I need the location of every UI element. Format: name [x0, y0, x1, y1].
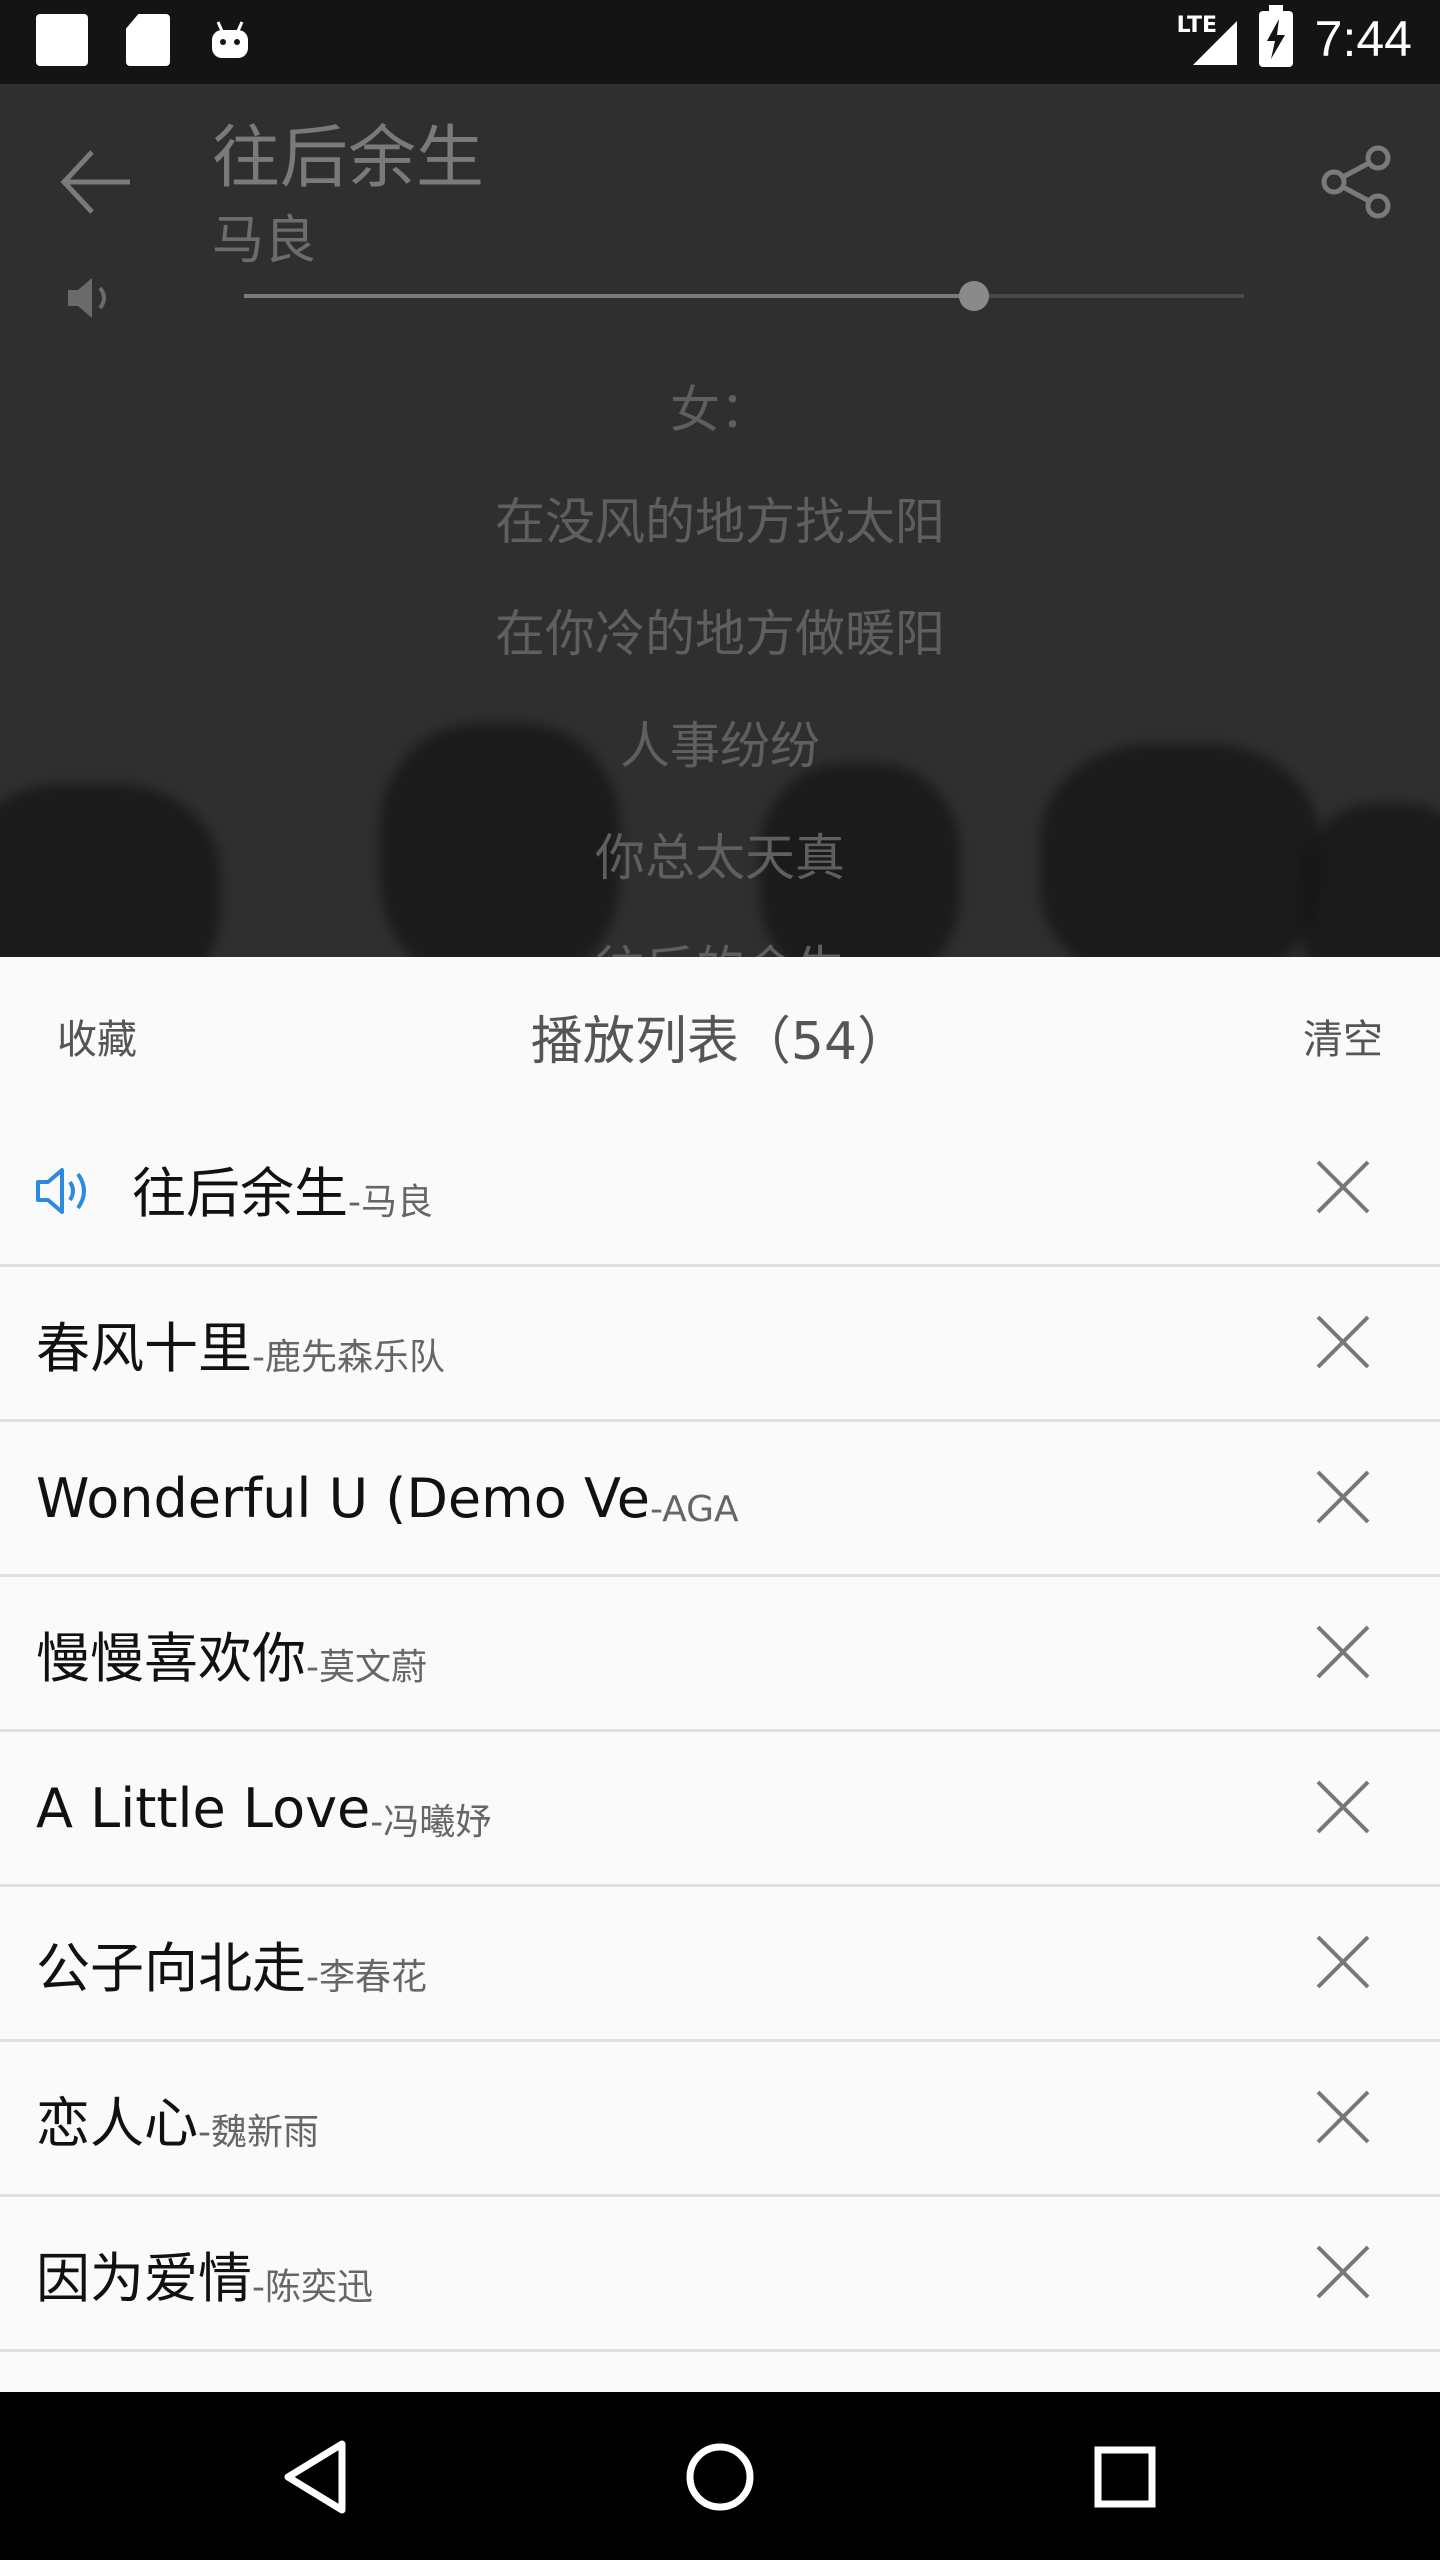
- playlist-item-name: 慢慢喜欢你: [36, 1626, 306, 1690]
- playlist-item[interactable]: Wonderful U (Demo Ve -AGA: [0, 1422, 1440, 1577]
- playlist-item[interactable]: 往后余生 -马良: [0, 1112, 1440, 1267]
- playlist-item-artist: -魏新雨: [198, 2112, 319, 2153]
- playlist-item-artist: -马良: [348, 1182, 433, 1223]
- player-song-title: 往后余生: [212, 119, 485, 198]
- playlist-item-artist: -冯曦妤: [370, 1802, 492, 1843]
- playlist-item-text: 公子向北走 -李春花: [36, 1887, 427, 2039]
- playlist-title: 播放列表（54）: [530, 1012, 910, 1072]
- lyrics: 女： 在没风的地方找太阳 在你冷的地方做暖阳 人事纷纷 你总太天真 往后的余生: [0, 354, 1440, 957]
- status-bar: LTE 7:44: [0, 0, 1440, 84]
- back-triangle-icon[interactable]: [272, 2432, 362, 2522]
- playlist-item[interactable]: A Little Love -冯曦妤: [0, 1732, 1440, 1887]
- player-artist: 马良: [212, 211, 317, 271]
- playlist-item-text: 因为爱情 -陈奕迅: [36, 2197, 373, 2349]
- playlist-item[interactable]: 因为爱情 -陈奕迅: [0, 2197, 1440, 2352]
- volume-icon: [68, 278, 106, 318]
- share-icon[interactable]: [1316, 142, 1396, 222]
- status-right-icons: LTE 7:44: [1177, 5, 1412, 68]
- lyric-line: 你总太天真: [595, 829, 845, 887]
- remove-icon[interactable]: [1312, 1776, 1374, 1838]
- playlist-item-name: Wonderful U (Demo Ve: [36, 1466, 650, 1530]
- back-arrow-icon[interactable]: [56, 142, 136, 222]
- playlist-item-text: A Little Love -冯曦妤: [36, 1732, 491, 1884]
- playlist-item-artist: -AGA: [649, 1488, 739, 1530]
- remove-icon[interactable]: [1312, 1156, 1374, 1218]
- volume-slider-thumb[interactable]: [959, 281, 989, 311]
- remove-icon[interactable]: [1312, 1311, 1374, 1373]
- playlist-item-text: 恋人心 -魏新雨: [36, 2042, 319, 2194]
- playlist-item-text: 往后余生 -马良: [132, 1112, 433, 1264]
- playlist-item-artist: -李春花: [306, 1957, 427, 1998]
- signal-icon: LTE: [1177, 11, 1237, 67]
- playlist-item-artist: -鹿先森乐队: [252, 1337, 445, 1378]
- playlist-item-name: A Little Love: [36, 1776, 371, 1840]
- playlist-item-artist: -陈奕迅: [252, 2267, 373, 2308]
- android-icon: [212, 21, 248, 58]
- playlist-item-name: 恋人心: [36, 2091, 198, 2155]
- volume-slider[interactable]: [244, 281, 1244, 311]
- playlist-sheet: 收藏 播放列表（54） 清空 往后余生 -马良 春风十里 -鹿先森乐队 Wonder…: [0, 957, 1440, 2392]
- remove-icon[interactable]: [1312, 1931, 1374, 1993]
- remove-icon[interactable]: [1312, 1466, 1374, 1528]
- playlist-item-text: Wonderful U (Demo Ve -AGA: [36, 1422, 739, 1574]
- playlist-item-name: 因为爱情: [36, 2246, 252, 2310]
- playlist-item-name: 春风十里: [36, 1316, 252, 1380]
- remove-icon[interactable]: [1312, 2086, 1374, 2148]
- playlist-item[interactable]: 春风十里 -鹿先森乐队: [0, 1267, 1440, 1422]
- playlist-item-name: 往后余生: [132, 1161, 348, 1225]
- player-background: 往后余生 马良 女： 在没风的地方找太阳 在你冷的地方做暖阳 人事纷纷 你总太天…: [0, 84, 1440, 957]
- sd-card-icon: [126, 14, 170, 66]
- playlist-item[interactable]: 公子向北走 -李春花: [0, 1887, 1440, 2042]
- home-circle-icon[interactable]: [675, 2432, 765, 2522]
- playlist-item[interactable]: 恋人心 -魏新雨: [0, 2042, 1440, 2197]
- playlist-header: 收藏 播放列表（54） 清空: [0, 957, 1440, 1112]
- status-left-icons: [36, 14, 252, 66]
- playlist-item-artist: -莫文蔚: [306, 1647, 427, 1688]
- lyric-line: 在你冷的地方做暖阳: [495, 605, 945, 663]
- clock: 7:44: [1314, 11, 1412, 67]
- now-playing-speaker-icon: [36, 1168, 86, 1214]
- lyric-line: 人事纷纷: [620, 717, 820, 775]
- battery-charging-icon: [1258, 5, 1293, 67]
- notification-square-icon: [36, 14, 88, 66]
- lyric-line: 往后的余生: [0, 914, 1440, 957]
- lyric-line: 在没风的地方找太阳: [495, 493, 945, 551]
- playlist-item-text: 慢慢喜欢你 -莫文蔚: [36, 1577, 427, 1729]
- lyric-line: 女：: [670, 381, 770, 439]
- playlist-item[interactable]: 慢慢喜欢你 -莫文蔚: [0, 1577, 1440, 1732]
- playlist-item-text: 春风十里 -鹿先森乐队: [36, 1267, 445, 1419]
- remove-icon[interactable]: [1312, 2241, 1374, 2303]
- playlist-item-name: 公子向北走: [36, 1936, 306, 2000]
- clear-button[interactable]: 清空: [1303, 1007, 1383, 1065]
- navigation-bar: [0, 2392, 1440, 2560]
- volume-slider-fill: [244, 294, 974, 298]
- remove-icon[interactable]: [1312, 1621, 1374, 1683]
- recents-square-icon[interactable]: [1080, 2432, 1170, 2522]
